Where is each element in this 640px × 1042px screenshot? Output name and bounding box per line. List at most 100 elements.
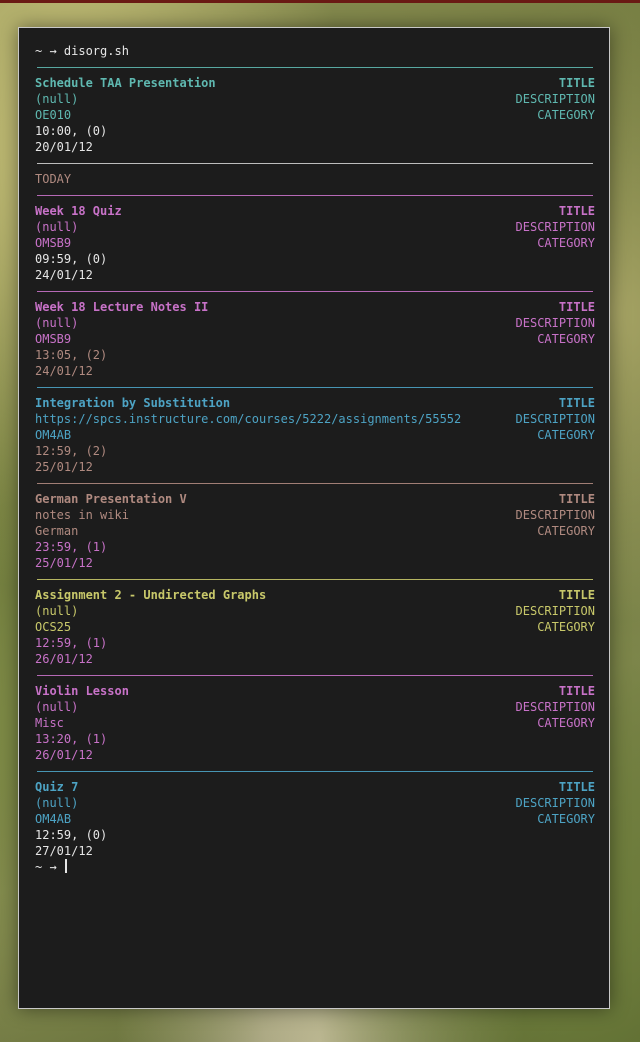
title-label: TITLE [558,396,595,410]
entry-title: Integration by Substitution [35,396,231,410]
entry-description: (null) [35,220,79,234]
entry-title-row: Assignment 2 - Undirected Graphs TITLE [35,587,595,603]
title-label: TITLE [558,300,595,314]
command-text: disorg.sh [63,44,129,58]
entry-category-row: OMSB9 CATEGORY [35,331,595,347]
entry-title-row: Integration by Substitution TITLE [35,395,595,411]
description-label: DESCRIPTION [515,220,595,234]
entry-description-row: (null) DESCRIPTION [35,699,595,715]
description-label: DESCRIPTION [515,92,595,106]
entry-time: 23:59, (1) [35,540,108,554]
entry-description-row: (null) DESCRIPTION [35,219,595,235]
entry-description: (null) [35,604,79,618]
entry-date: 27/01/12 [35,844,93,858]
entry-time: 12:59, (0) [35,828,108,842]
title-label: TITLE [558,204,595,218]
separator [35,379,595,395]
entry-description: (null) [35,92,79,106]
entry-date: 25/01/12 [35,556,93,570]
entry-date: 26/01/12 [35,748,93,762]
entry-description-row: (null) DESCRIPTION [35,603,595,619]
title-label: TITLE [558,684,595,698]
entry-description-row: notes in wiki DESCRIPTION [35,507,595,523]
entry-category-row: OM4AB CATEGORY [35,811,595,827]
entry-title: Week 18 Quiz [35,204,122,218]
entry-title: Week 18 Lecture Notes II [35,300,209,314]
entry-description: notes in wiki [35,508,129,522]
entry-title: Violin Lesson [35,684,129,698]
desktop-top-bar [0,0,640,3]
description-label: DESCRIPTION [515,700,595,714]
entry-category: OCS25 [35,620,72,634]
entry-description-row: (null) DESCRIPTION [35,795,595,811]
category-label: CATEGORY [537,716,595,730]
entry-time: 12:59, (2) [35,444,108,458]
entry-description: (null) [35,316,79,330]
entry-date: 20/01/12 [35,140,93,154]
title-label: TITLE [558,588,595,602]
entry-category: OM4AB [35,428,72,442]
category-label: CATEGORY [537,620,595,634]
entry-description: (null) [35,700,79,714]
entry-category: OMSB9 [35,332,72,346]
separator [35,667,595,683]
text-cursor [64,859,67,873]
entry-title-row: Schedule TAA Presentation TITLE [35,75,595,91]
entry-title: German Presentation V [35,492,187,506]
entry-date: 24/01/12 [35,364,93,378]
entry-time: 10:00, (0) [35,124,108,138]
description-label: DESCRIPTION [515,316,595,330]
entry-category: OE010 [35,108,72,122]
description-label: DESCRIPTION [515,508,595,522]
command-line: ~ → disorg.sh [35,43,595,59]
entry-category-row: OM4AB CATEGORY [35,427,595,443]
category-label: CATEGORY [537,332,595,346]
entry-category-row: German CATEGORY [35,523,595,539]
entry-description: (null) [35,796,79,810]
entry-title-row: Quiz 7 TITLE [35,779,595,795]
category-label: CATEGORY [537,236,595,250]
entry-category-row: OCS25 CATEGORY [35,619,595,635]
entry-title: Assignment 2 - Undirected Graphs [35,588,267,602]
separator [35,475,595,491]
title-label: TITLE [558,780,595,794]
entry-date: 26/01/12 [35,652,93,666]
entry-time: 09:59, (0) [35,252,108,266]
entry-category-row: Misc CATEGORY [35,715,595,731]
title-label: TITLE [558,76,595,90]
separator [35,59,595,75]
description-label: DESCRIPTION [515,796,595,810]
entry-category: German [35,524,79,538]
entry-time: 12:59, (1) [35,636,108,650]
input-line[interactable]: ~ → [35,859,595,875]
separator [35,283,595,299]
entry-title-row: Violin Lesson TITLE [35,683,595,699]
entry-category-row: OMSB9 CATEGORY [35,235,595,251]
entry-category-row: OE010 CATEGORY [35,107,595,123]
entry-date: 24/01/12 [35,268,93,282]
entry-title-row: Week 18 Quiz TITLE [35,203,595,219]
category-label: CATEGORY [537,812,595,826]
entry-category: OM4AB [35,812,72,826]
description-label: DESCRIPTION [515,604,595,618]
prompt: ~ → [35,44,64,58]
terminal-window[interactable]: ~ → disorg.sh Schedule TAA Presentation T… [18,27,610,1009]
entry-description: https://spcs.instructure.com/courses/522… [35,412,462,426]
prompt: ~ → [35,860,64,874]
category-label: CATEGORY [537,108,595,122]
today-header: TODAY [35,172,72,186]
separator [35,155,595,171]
terminal-output: ~ → disorg.sh Schedule TAA Presentation T… [35,43,595,875]
entry-date: 25/01/12 [35,460,93,474]
entry-time: 13:20, (1) [35,732,108,746]
category-label: CATEGORY [537,524,595,538]
entry-title-row: Week 18 Lecture Notes II TITLE [35,299,595,315]
title-label: TITLE [558,492,595,506]
entry-title: Quiz 7 [35,780,79,794]
separator [35,763,595,779]
separator [35,571,595,587]
description-label: DESCRIPTION [515,412,595,426]
entry-title-row: German Presentation V TITLE [35,491,595,507]
entry-description-row: (null) DESCRIPTION [35,91,595,107]
entry-description-row: https://spcs.instructure.com/courses/522… [35,411,595,427]
